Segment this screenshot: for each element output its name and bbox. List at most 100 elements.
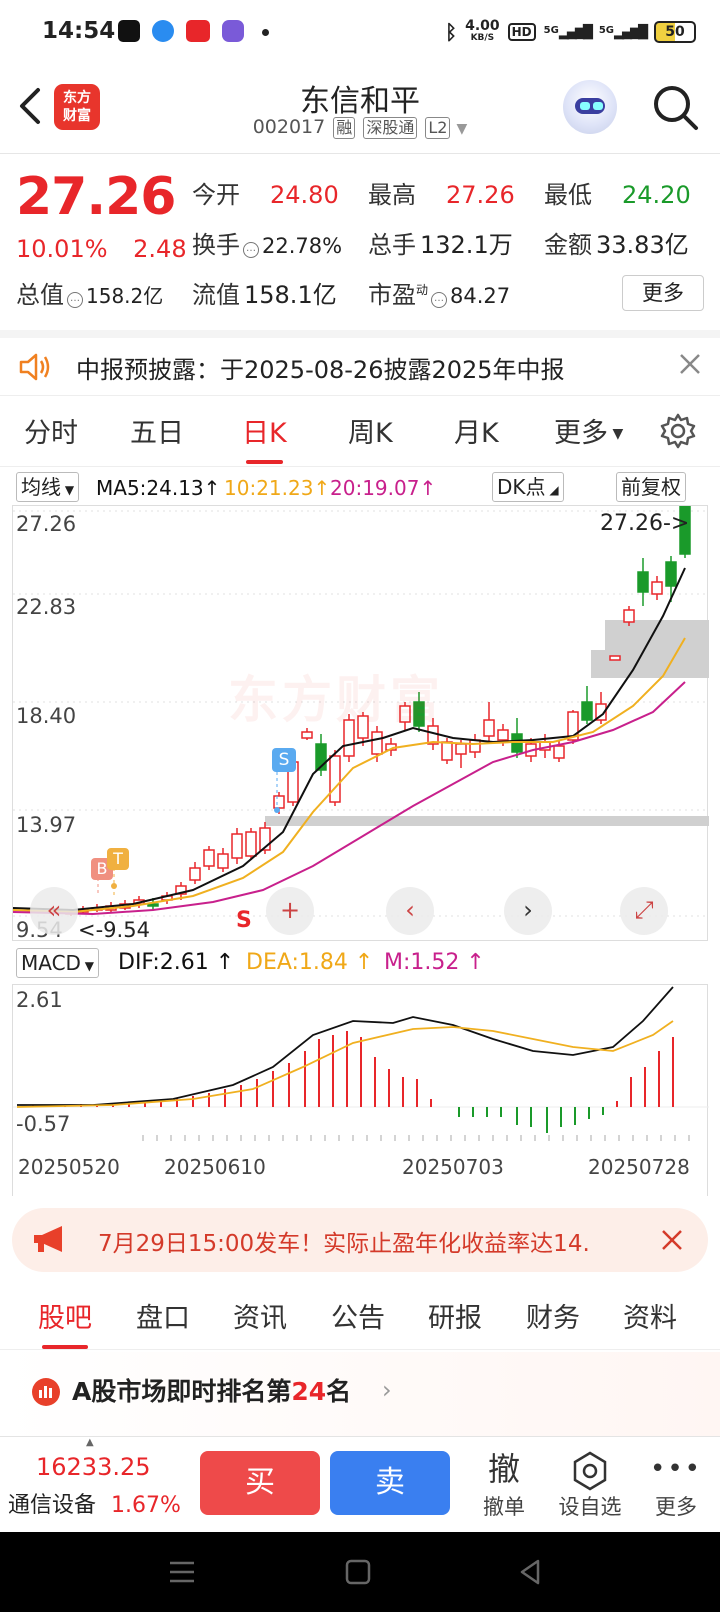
nav-prev-button[interactable]: ‹	[386, 887, 434, 935]
status-right: ᛒ 4.00 KB/S HD 5G▂▄▆█ 5G▂▄▆█ 50	[445, 18, 696, 44]
period-tabs: 分时 五日 日K 周K 月K 更多 ▼	[0, 397, 720, 467]
candle-body	[217, 853, 229, 869]
industry-row[interactable]: 通信设备 1.67%	[8, 1487, 181, 1519]
promo-banner[interactable]: 7月29日15:00发车！实际止盈年化收益率达14.	[12, 1208, 708, 1272]
candle-body	[609, 655, 621, 661]
close-icon[interactable]	[678, 352, 702, 376]
candle-body	[371, 731, 383, 755]
macd-indicator-bar: MACD ▼ DIF:2.61 ↑ DEA:1.84 ↑ M:1.52 ↑	[0, 946, 720, 982]
ma-indicator-bar: 均线 ▼ MA5:24.13↑ 10:21.23↑ 20:19.07↑ DK点 …	[0, 470, 720, 506]
tiktok-icon	[118, 20, 140, 42]
quote-panel: 27.26 10.01% 2.48 今开 24.80 最高 27.26 最低 24.2…	[0, 155, 720, 325]
quote-more-button[interactable]: 更多	[622, 275, 704, 311]
nav-expand-button[interactable]: ⤢	[620, 887, 668, 935]
open-field: 今开 24.80	[192, 181, 339, 209]
watermark: 东方财富	[228, 671, 444, 729]
gear-icon[interactable]	[660, 413, 696, 449]
macd-y-top: 2.61	[16, 988, 63, 1012]
rank-chart-icon	[32, 1378, 60, 1406]
tab-intraday[interactable]: 分时	[24, 411, 78, 450]
date-label-2: 20250610	[164, 1155, 266, 1179]
sell-marker-2[interactable]: S	[236, 908, 252, 933]
more-notifications-dot	[262, 29, 269, 36]
adjust-selector[interactable]: 前复权	[616, 472, 686, 502]
bottom-trade-bar: ▲ 16233.25 通信设备 1.67% 买 卖 撤 撤单 设自选 ••• 更…	[0, 1436, 720, 1532]
tab-orderbook[interactable]: 盘口	[136, 1296, 190, 1335]
cancel-icon: 撤	[487, 1450, 520, 1488]
nav-first-button[interactable]: «	[30, 887, 78, 935]
tab-more[interactable]: 更多 ▼	[554, 411, 623, 450]
y-label-3: 18.40	[16, 704, 77, 728]
pe-field[interactable]: 市盈动… 84.27	[368, 275, 510, 310]
more-menu-button[interactable]: ••• 更多	[638, 1447, 714, 1521]
market-cap-field[interactable]: 总值… 158.2亿	[16, 275, 163, 310]
dk-point-selector[interactable]: DK点 ◢	[492, 472, 564, 502]
candle-body	[455, 743, 467, 755]
price-pointer-label: 27.26->	[600, 511, 690, 536]
turnover-field[interactable]: 换手… 22.78%	[192, 225, 342, 260]
t-marker[interactable]: T	[107, 848, 129, 870]
last-price: 27.26	[16, 167, 176, 227]
sell-marker[interactable]: S	[272, 748, 296, 772]
nav-next-button[interactable]: ›	[504, 887, 552, 935]
candle-body	[469, 739, 481, 753]
tab-profile[interactable]: 资料	[623, 1296, 677, 1335]
menu-icon[interactable]	[168, 1558, 196, 1586]
banner-text: 7月29日15:00发车！实际止盈年化收益率达14.	[98, 1231, 590, 1257]
ma-selector[interactable]: 均线 ▼	[16, 472, 80, 502]
close-icon[interactable]	[660, 1228, 684, 1252]
back-icon[interactable]	[516, 1558, 544, 1586]
candle-body	[581, 701, 593, 721]
market-rank-row[interactable]: A股市场即时排名第24名 ›	[0, 1352, 720, 1436]
tab-guba[interactable]: 股吧	[38, 1296, 92, 1349]
dea-value: DEA:1.84 ↑	[246, 950, 374, 975]
ma20-value: 20:19.07↑	[330, 476, 437, 500]
macd-selector[interactable]: MACD ▼	[16, 948, 99, 978]
candle-body	[441, 741, 453, 761]
tab-weekly-k[interactable]: 周K	[348, 411, 393, 450]
buy-button[interactable]: 买	[200, 1451, 320, 1515]
signal-icon-2: 5G▂▄▆█	[598, 24, 648, 40]
candle-body	[189, 867, 201, 881]
support-band	[265, 816, 709, 826]
tab-announcements[interactable]: 公告	[331, 1296, 385, 1335]
m-value: M:1.52 ↑	[384, 950, 485, 975]
ma5-value: MA5:24.13↑	[96, 476, 221, 500]
tab-research[interactable]: 研报	[428, 1296, 482, 1335]
system-nav-bar	[0, 1532, 720, 1612]
margin-tag: 融	[333, 117, 356, 139]
report-notice[interactable]: 中报预披露：于2025-08-26披露2025年中报	[0, 330, 720, 396]
tab-five-day[interactable]: 五日	[130, 411, 184, 450]
assistant-robot-icon[interactable]	[563, 80, 617, 134]
support-band	[591, 650, 709, 678]
stock-header: 东方 财富 东信和平 002017 融 深股通 L2 ▼	[0, 64, 720, 154]
candle-body	[231, 833, 243, 859]
industry-index-value[interactable]: 16233.25	[36, 1453, 151, 1481]
tab-finance[interactable]: 财务	[526, 1296, 580, 1335]
date-label-3: 20250703	[402, 1155, 504, 1179]
speaker-icon	[19, 353, 50, 381]
chevron-down-icon: ▼	[456, 121, 468, 137]
browser-icon	[152, 20, 174, 42]
sell-button[interactable]: 卖	[330, 1451, 450, 1515]
tab-monthly-k[interactable]: 月K	[454, 411, 499, 450]
ma10-value: 10:21.23↑	[224, 476, 331, 500]
home-icon[interactable]	[344, 1558, 372, 1586]
search-icon[interactable]	[650, 82, 700, 132]
status-bar: 14:54 ᛒ 4.00 KB/S HD 5G▂▄▆█ 5G▂▄▆█ 50	[0, 0, 720, 64]
candle-body	[245, 831, 257, 857]
high-field: 最高 27.26	[368, 181, 515, 209]
candle-body	[623, 609, 635, 623]
tab-news[interactable]: 资讯	[233, 1296, 287, 1335]
network-speed: 4.00 KB/S	[465, 18, 500, 43]
marker-dot	[274, 807, 280, 813]
hd-icon: HD	[507, 23, 536, 41]
app-icon	[222, 20, 244, 42]
add-watchlist-button[interactable]: 设自选	[552, 1447, 628, 1521]
amount-field: 金额 33.83亿	[544, 231, 689, 259]
tab-daily-k[interactable]: 日K	[242, 411, 287, 464]
toutiao-icon	[186, 20, 210, 42]
cancel-order-button[interactable]: 撤 撤单	[466, 1447, 542, 1521]
info-icon: …	[67, 292, 83, 308]
nav-add-button[interactable]: +	[266, 887, 314, 935]
